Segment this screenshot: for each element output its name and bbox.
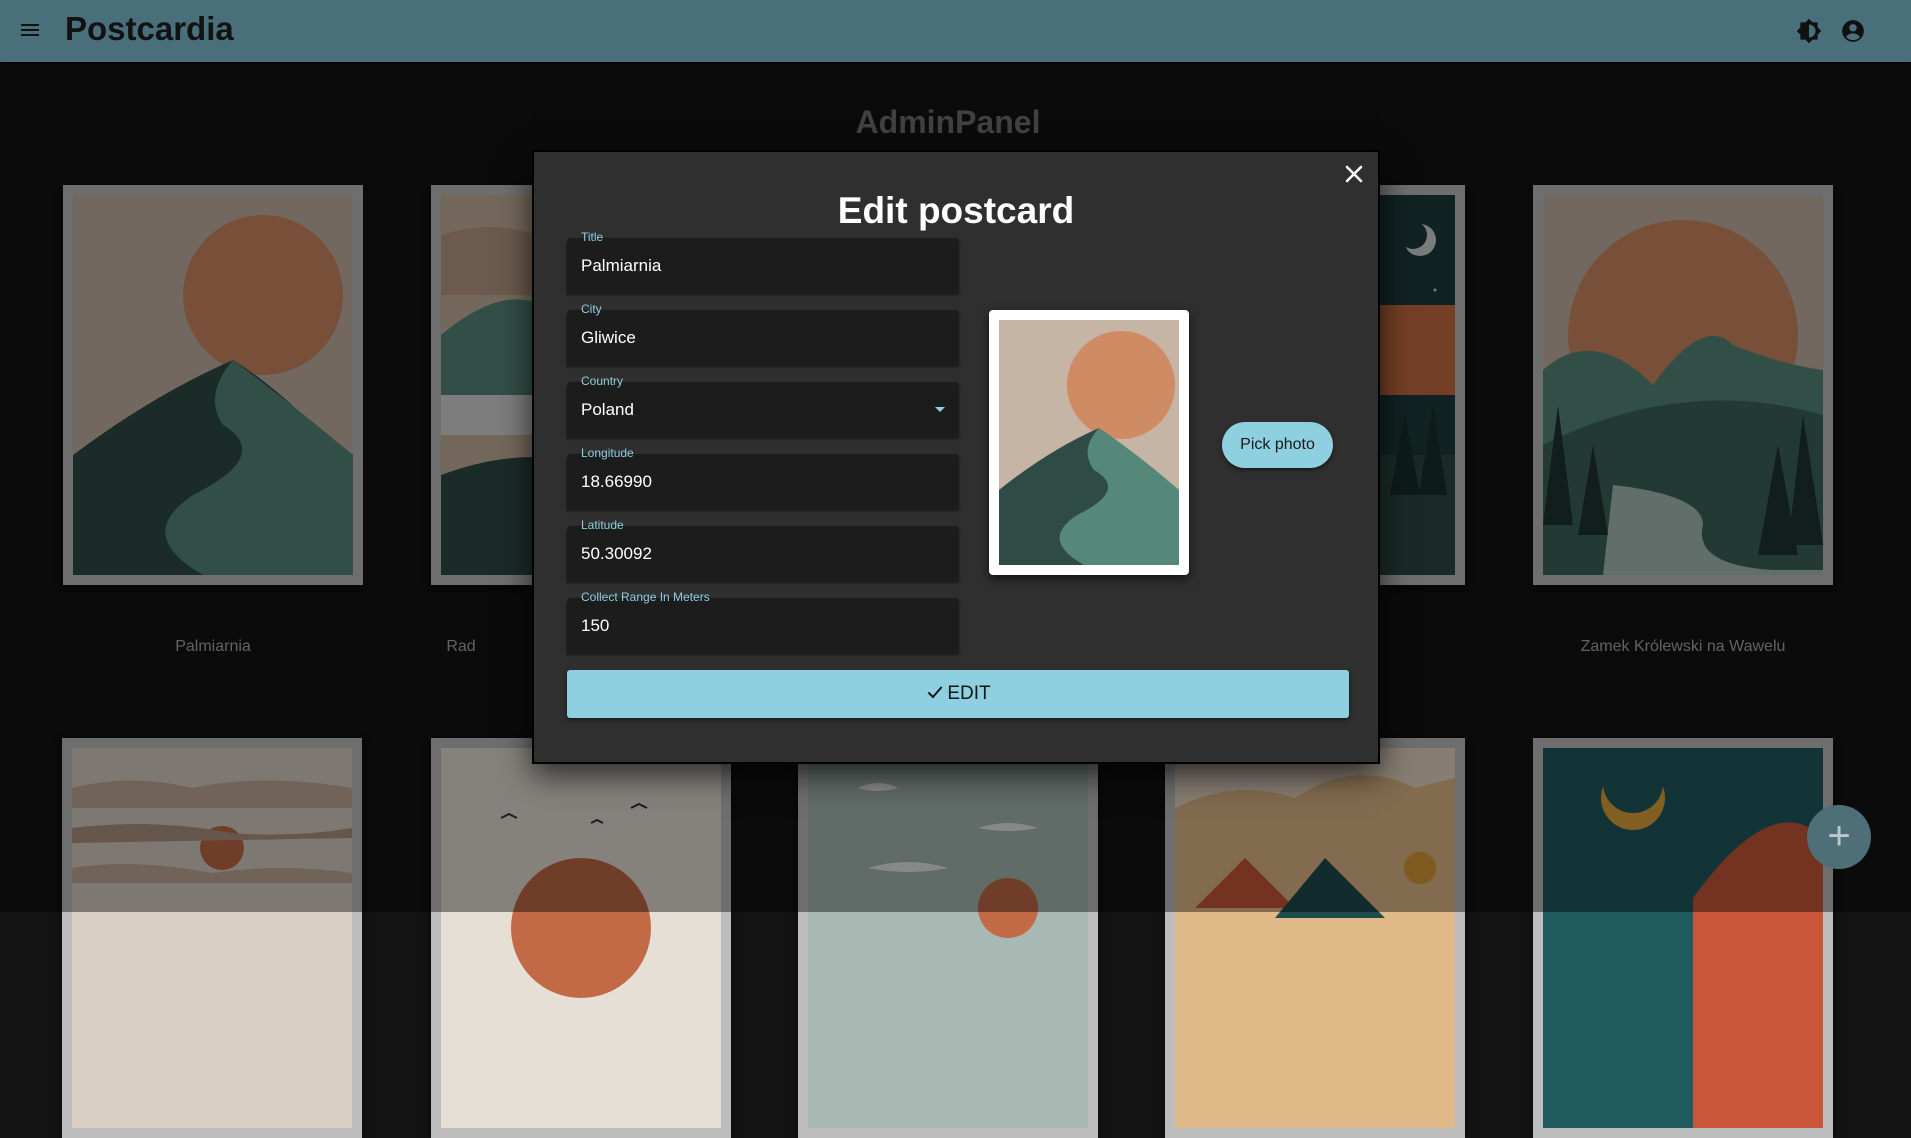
plus-icon: + (1827, 814, 1851, 858)
title-field-label: Title (581, 230, 604, 244)
country-selected-value[interactable]: Poland (581, 400, 941, 420)
city-input[interactable] (581, 328, 941, 348)
app-bar: Postcardia (0, 0, 1911, 62)
longitude-field[interactable]: Longitude (567, 446, 959, 510)
collect-range-input[interactable] (581, 616, 941, 636)
city-field[interactable]: City (567, 302, 959, 366)
postcard-photo (999, 320, 1179, 565)
longitude-field-label: Longitude (581, 446, 634, 460)
check-icon (927, 686, 943, 699)
add-postcard-button[interactable]: + (1807, 805, 1871, 869)
collect-range-field-label: Collect Range In Meters (581, 590, 710, 604)
menu-icon[interactable] (18, 18, 42, 42)
latitude-input[interactable] (581, 544, 941, 564)
account-circle-icon[interactable] (1840, 18, 1866, 44)
brightness-icon[interactable] (1796, 18, 1822, 44)
title-input[interactable] (581, 256, 941, 276)
dropdown-arrow-icon[interactable] (935, 407, 945, 412)
longitude-input[interactable] (581, 472, 941, 492)
latitude-field[interactable]: Latitude (567, 518, 959, 582)
pick-photo-button[interactable]: Pick photo (1222, 422, 1333, 468)
country-select[interactable]: Country Poland (567, 374, 959, 438)
edit-submit-label: EDIT (947, 683, 991, 704)
dialog-title: Edit postcard (837, 190, 1075, 231)
city-field-label: City (581, 302, 602, 316)
collect-range-field[interactable]: Collect Range In Meters (567, 590, 959, 654)
country-field-label: Country (581, 374, 624, 388)
app-title[interactable]: Postcardia (65, 10, 234, 48)
postcard-photo-preview (989, 310, 1189, 575)
edit-submit-button[interactable]: EDIT (567, 670, 1349, 718)
edit-postcard-dialog: Edit postcard Title City Country Poland … (532, 150, 1380, 764)
latitude-field-label: Latitude (581, 518, 624, 532)
close-icon[interactable] (1340, 160, 1368, 188)
title-field[interactable]: Title (567, 230, 959, 294)
